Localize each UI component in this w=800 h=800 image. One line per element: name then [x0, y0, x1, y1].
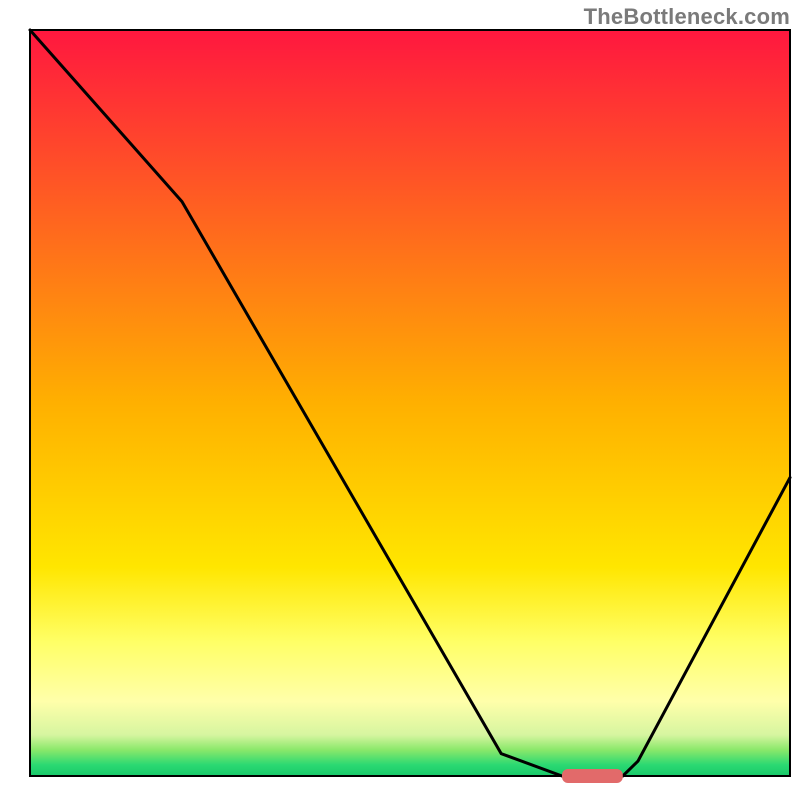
optimum-range-marker: [562, 769, 623, 783]
chart-canvas: TheBottleneck.com: [0, 0, 800, 800]
watermark-text: TheBottleneck.com: [584, 4, 790, 30]
bottleneck-chart-svg: [0, 0, 800, 800]
chart-background-gradient: [30, 30, 790, 776]
